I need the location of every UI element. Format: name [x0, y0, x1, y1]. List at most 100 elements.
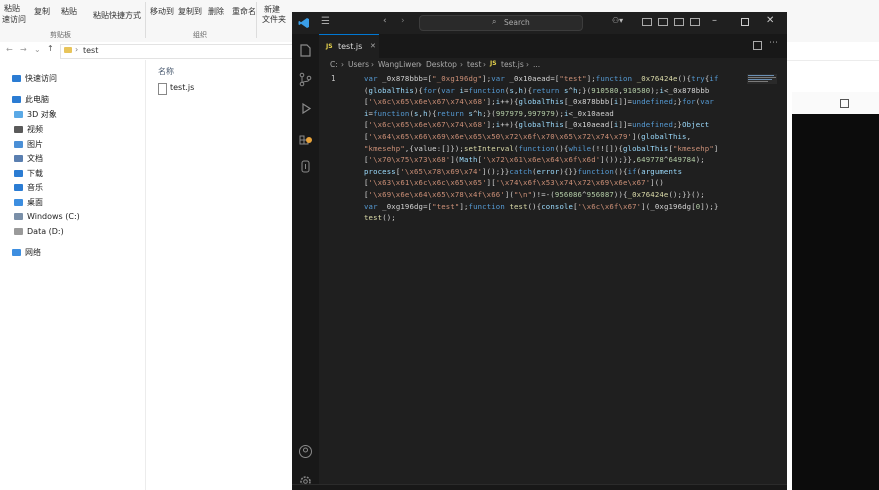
- maximize-icon[interactable]: [741, 18, 749, 26]
- code-line: i=function(s,h){return s^h;}(997979,9979…: [364, 108, 614, 118]
- breadcrumb-item[interactable]: Users: [348, 60, 369, 69]
- network-icon: [12, 249, 21, 256]
- nav-drive-d[interactable]: Data (D:): [14, 227, 64, 236]
- nav-label: 桌面: [27, 198, 43, 207]
- nav-quick-access[interactable]: 快速访问: [12, 73, 57, 84]
- chevron-down-icon[interactable]: ⌄: [34, 45, 41, 54]
- nav-label: 视频: [27, 125, 43, 134]
- drive-icon: [14, 213, 23, 220]
- extensions-icon[interactable]: [298, 130, 313, 145]
- move-to-button[interactable]: 移动到: [150, 6, 174, 17]
- nav-drive-c[interactable]: Windows (C:): [14, 212, 80, 221]
- download-icon: [14, 170, 23, 177]
- copy-button[interactable]: 复制: [34, 6, 50, 17]
- nav-downloads[interactable]: 下载: [14, 168, 43, 179]
- breadcrumb-item[interactable]: C:: [330, 60, 338, 69]
- chevron-right-icon: ›: [483, 60, 486, 69]
- activity-bar: [292, 34, 320, 490]
- layout-sidebar-icon[interactable]: [642, 18, 652, 26]
- code-line: ['\x70\x75\x73\x68'](Math['\x72\x61\x6e\…: [364, 155, 705, 165]
- nav-documents[interactable]: 文档: [14, 153, 43, 164]
- chevron-right-icon: ›: [371, 60, 374, 69]
- account-icon[interactable]: [298, 444, 313, 459]
- computer-icon: [12, 96, 21, 103]
- chevron-right-icon: ›: [75, 45, 79, 54]
- nav-this-pc[interactable]: 此电脑: [12, 94, 49, 105]
- nav-desktop[interactable]: 桌面: [14, 197, 43, 208]
- list-item[interactable]: test.js: [158, 82, 278, 96]
- layout-secondary-icon[interactable]: [674, 18, 684, 26]
- nav-music[interactable]: 音乐: [14, 182, 43, 193]
- paste-button[interactable]: 粘贴: [4, 3, 20, 14]
- maximize-icon[interactable]: [840, 99, 849, 108]
- paste-shortcut-button[interactable]: 粘贴快捷方式: [93, 10, 141, 21]
- terminal-titlebar: [792, 92, 879, 114]
- tab-test-js[interactable]: JS test.js ✕: [319, 34, 379, 59]
- explorer-files-icon[interactable]: [298, 43, 313, 58]
- delete-button[interactable]: 删除: [208, 6, 224, 17]
- rename-button[interactable]: 重命名: [232, 6, 256, 17]
- forward-arrow-icon[interactable]: ›: [401, 16, 405, 26]
- paste-small-button[interactable]: 粘贴: [61, 6, 77, 17]
- nav-label: 音乐: [27, 183, 43, 192]
- nav-3d-objects[interactable]: 3D 对象: [14, 109, 57, 120]
- ribbon-divider: [256, 2, 257, 38]
- search-icon: ⌕: [492, 17, 497, 26]
- nav-pictures[interactable]: 图片: [14, 139, 43, 150]
- organize-group-label: 组织: [193, 31, 207, 39]
- more-actions-icon[interactable]: ⋯: [769, 38, 778, 48]
- run-debug-icon[interactable]: [298, 101, 313, 116]
- breadcrumb-item[interactable]: ...: [533, 60, 540, 69]
- document-icon: [14, 155, 23, 162]
- code-line: var _0x878bbb=["_0xg196dg"];var _0x10aea…: [364, 74, 719, 83]
- up-arrow-icon[interactable]: ↑: [47, 44, 54, 53]
- address-bar[interactable]: › test: [60, 44, 294, 59]
- customize-layout-icon[interactable]: [690, 18, 700, 26]
- layout-panel-icon[interactable]: [658, 18, 668, 26]
- code-editor[interactable]: 1 var _0x878bbb=["_0xg196dg"];var _0x10a…: [319, 72, 787, 484]
- nav-videos[interactable]: 视频: [14, 124, 43, 135]
- close-icon[interactable]: ✕: [766, 15, 774, 26]
- remote-explorer-icon[interactable]: [298, 159, 313, 174]
- code-line: (globalThis){for(var i=function(s,h){ret…: [364, 85, 710, 95]
- chevron-right-icon: ›: [341, 60, 344, 69]
- breadcrumb-item[interactable]: test: [467, 60, 481, 69]
- copy-to-button[interactable]: 复制到: [178, 6, 202, 17]
- navigation-pane: 快速访问 此电脑 3D 对象 视频 图片 文档 下载 音乐 桌面 Windows…: [0, 60, 146, 490]
- terminal-window[interactable]: [792, 92, 879, 490]
- name-column-header[interactable]: 名称: [158, 66, 174, 77]
- close-icon[interactable]: ✕: [370, 42, 376, 50]
- nav-label: 网络: [25, 248, 41, 257]
- js-file-icon: JS: [490, 60, 497, 67]
- image-icon: [14, 141, 23, 148]
- tab-label: test.js: [338, 42, 363, 51]
- editor-tabs: JS test.js ✕ ⋯: [319, 34, 787, 59]
- command-search-box[interactable]: ⌕ Search: [419, 15, 583, 31]
- cube-icon: [14, 111, 23, 118]
- nav-network[interactable]: 网络: [12, 247, 41, 258]
- quick-access-pin-button[interactable]: 速访问: [2, 14, 26, 25]
- chevron-right-icon: ›: [526, 60, 529, 69]
- source-control-icon[interactable]: [298, 72, 313, 87]
- forward-arrow-icon[interactable]: →: [20, 45, 27, 54]
- folder-icon: [64, 47, 72, 53]
- search-placeholder: Search: [504, 18, 530, 27]
- vscode-window: ☰ ‹ › ⌕ Search ⚇▾ – ✕ JS test.js ✕ ⋯ C: …: [292, 12, 787, 490]
- nav-label: 下载: [27, 169, 43, 178]
- minimize-icon[interactable]: –: [712, 15, 717, 26]
- copilot-icon[interactable]: ⚇▾: [612, 16, 623, 25]
- breadcrumb-item[interactable]: Desktop: [426, 60, 457, 69]
- back-arrow-icon[interactable]: ←: [6, 45, 13, 54]
- line-number: 1: [331, 74, 336, 83]
- back-arrow-icon[interactable]: ‹: [383, 16, 387, 26]
- file-list: 名称 test.js: [146, 60, 292, 490]
- breadcrumb-item[interactable]: test.js: [501, 60, 524, 69]
- menu-icon[interactable]: ☰: [321, 16, 330, 27]
- breadcrumb-item[interactable]: WangLiwen: [378, 60, 421, 69]
- code-line: "kmesehp",{value:[]});setInterval(functi…: [364, 143, 719, 153]
- nav-label: 图片: [27, 140, 43, 149]
- star-icon: [12, 75, 21, 82]
- split-editor-icon[interactable]: [753, 41, 762, 50]
- nav-label: 文档: [27, 154, 43, 163]
- minimap[interactable]: [747, 74, 777, 84]
